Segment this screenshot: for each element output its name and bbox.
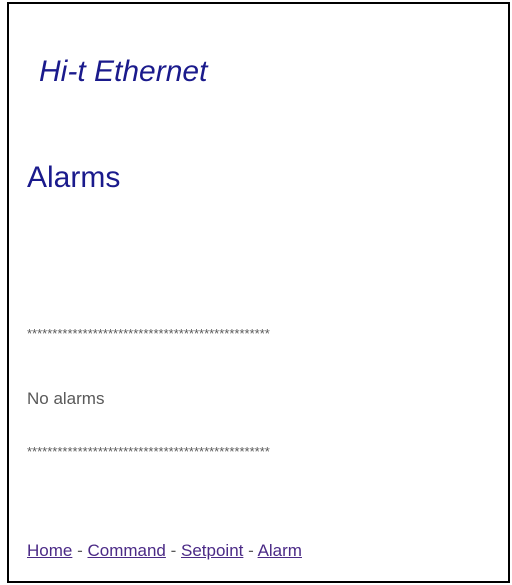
alarm-status-text: No alarms — [27, 389, 105, 408]
nav-divider: - — [243, 541, 258, 560]
nav-link-command[interactable]: Command — [87, 541, 165, 560]
page-title: Alarms — [27, 161, 121, 194]
app-title: Hi-t Ethernet — [39, 55, 208, 88]
nav-link-alarm[interactable]: Alarm — [258, 541, 302, 560]
nav-link-setpoint[interactable]: Setpoint — [181, 541, 243, 560]
nav-divider: - — [165, 541, 181, 560]
page-frame: Hi-t Ethernet Alarms *******************… — [7, 2, 510, 583]
separator-top: ****************************************… — [27, 326, 270, 341]
nav-links: Home - Command - Setpoint - Alarm — [27, 541, 302, 561]
nav-link-home[interactable]: Home — [27, 541, 72, 560]
nav-divider: - — [72, 541, 88, 560]
separator-bottom: ****************************************… — [27, 444, 270, 459]
